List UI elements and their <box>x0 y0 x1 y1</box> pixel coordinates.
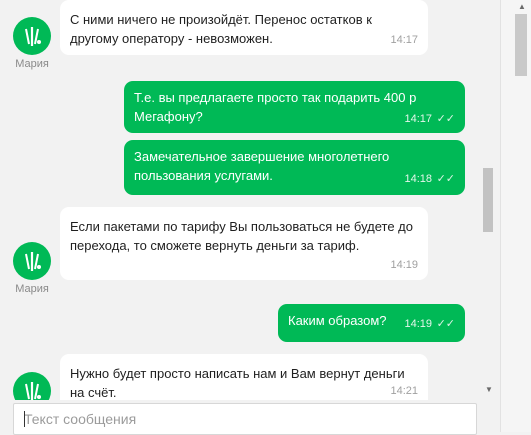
message-input[interactable] <box>13 403 477 435</box>
message-incoming: С ними ничего не произойдёт. Перенос ост… <box>60 0 428 55</box>
scroll-down-arrow-icon[interactable]: ▼ <box>483 385 495 395</box>
message-time: 14:19 <box>390 259 418 271</box>
double-check-icon: ✓✓ <box>436 173 455 185</box>
agent-name: Мария <box>15 58 49 70</box>
message-outgoing: Замечательное завершение многолетнего по… <box>124 140 465 195</box>
double-check-icon: ✓✓ <box>436 113 455 125</box>
chat-scrollbar-thumb[interactable] <box>483 168 493 232</box>
message-time: 14:18 <box>404 173 432 185</box>
operator-logo-icon <box>25 252 41 271</box>
agent-avatar <box>13 17 51 55</box>
message-time: 14:17 <box>404 113 432 125</box>
message-text: С ними ничего не произойдёт. Перенос ост… <box>70 12 372 46</box>
message-incoming: Если пакетами по тарифу Вы пользоваться … <box>60 207 428 280</box>
message-outgoing: Каким образом? 14:19 ✓✓ <box>278 304 465 342</box>
message-incoming: Нужно будет просто написать нам и Вам ве… <box>60 354 428 400</box>
page-scrollbar-thumb[interactable] <box>515 14 527 76</box>
message-time: 14:21 <box>390 385 418 397</box>
message-time: 14:19 <box>404 318 432 330</box>
chat-history[interactable]: Мария С ними ничего не произойдёт. Перен… <box>0 0 480 400</box>
message-outgoing: Т.е. вы предлагаете просто так подарить … <box>124 81 465 133</box>
agent-avatar <box>13 372 51 400</box>
agent-name: Мария <box>15 283 49 295</box>
agent-avatar <box>13 242 51 280</box>
scroll-up-arrow-icon[interactable]: ▲ <box>516 2 528 12</box>
operator-logo-icon <box>25 382 41 400</box>
double-check-icon: ✓✓ <box>436 318 455 330</box>
message-text: Нужно будет просто написать нам и Вам ве… <box>70 366 405 400</box>
text-caret <box>24 411 25 427</box>
operator-logo-icon <box>25 27 41 46</box>
message-text: Если пакетами по тарифу Вы пользоваться … <box>70 219 414 253</box>
message-time: 14:17 <box>390 34 418 46</box>
